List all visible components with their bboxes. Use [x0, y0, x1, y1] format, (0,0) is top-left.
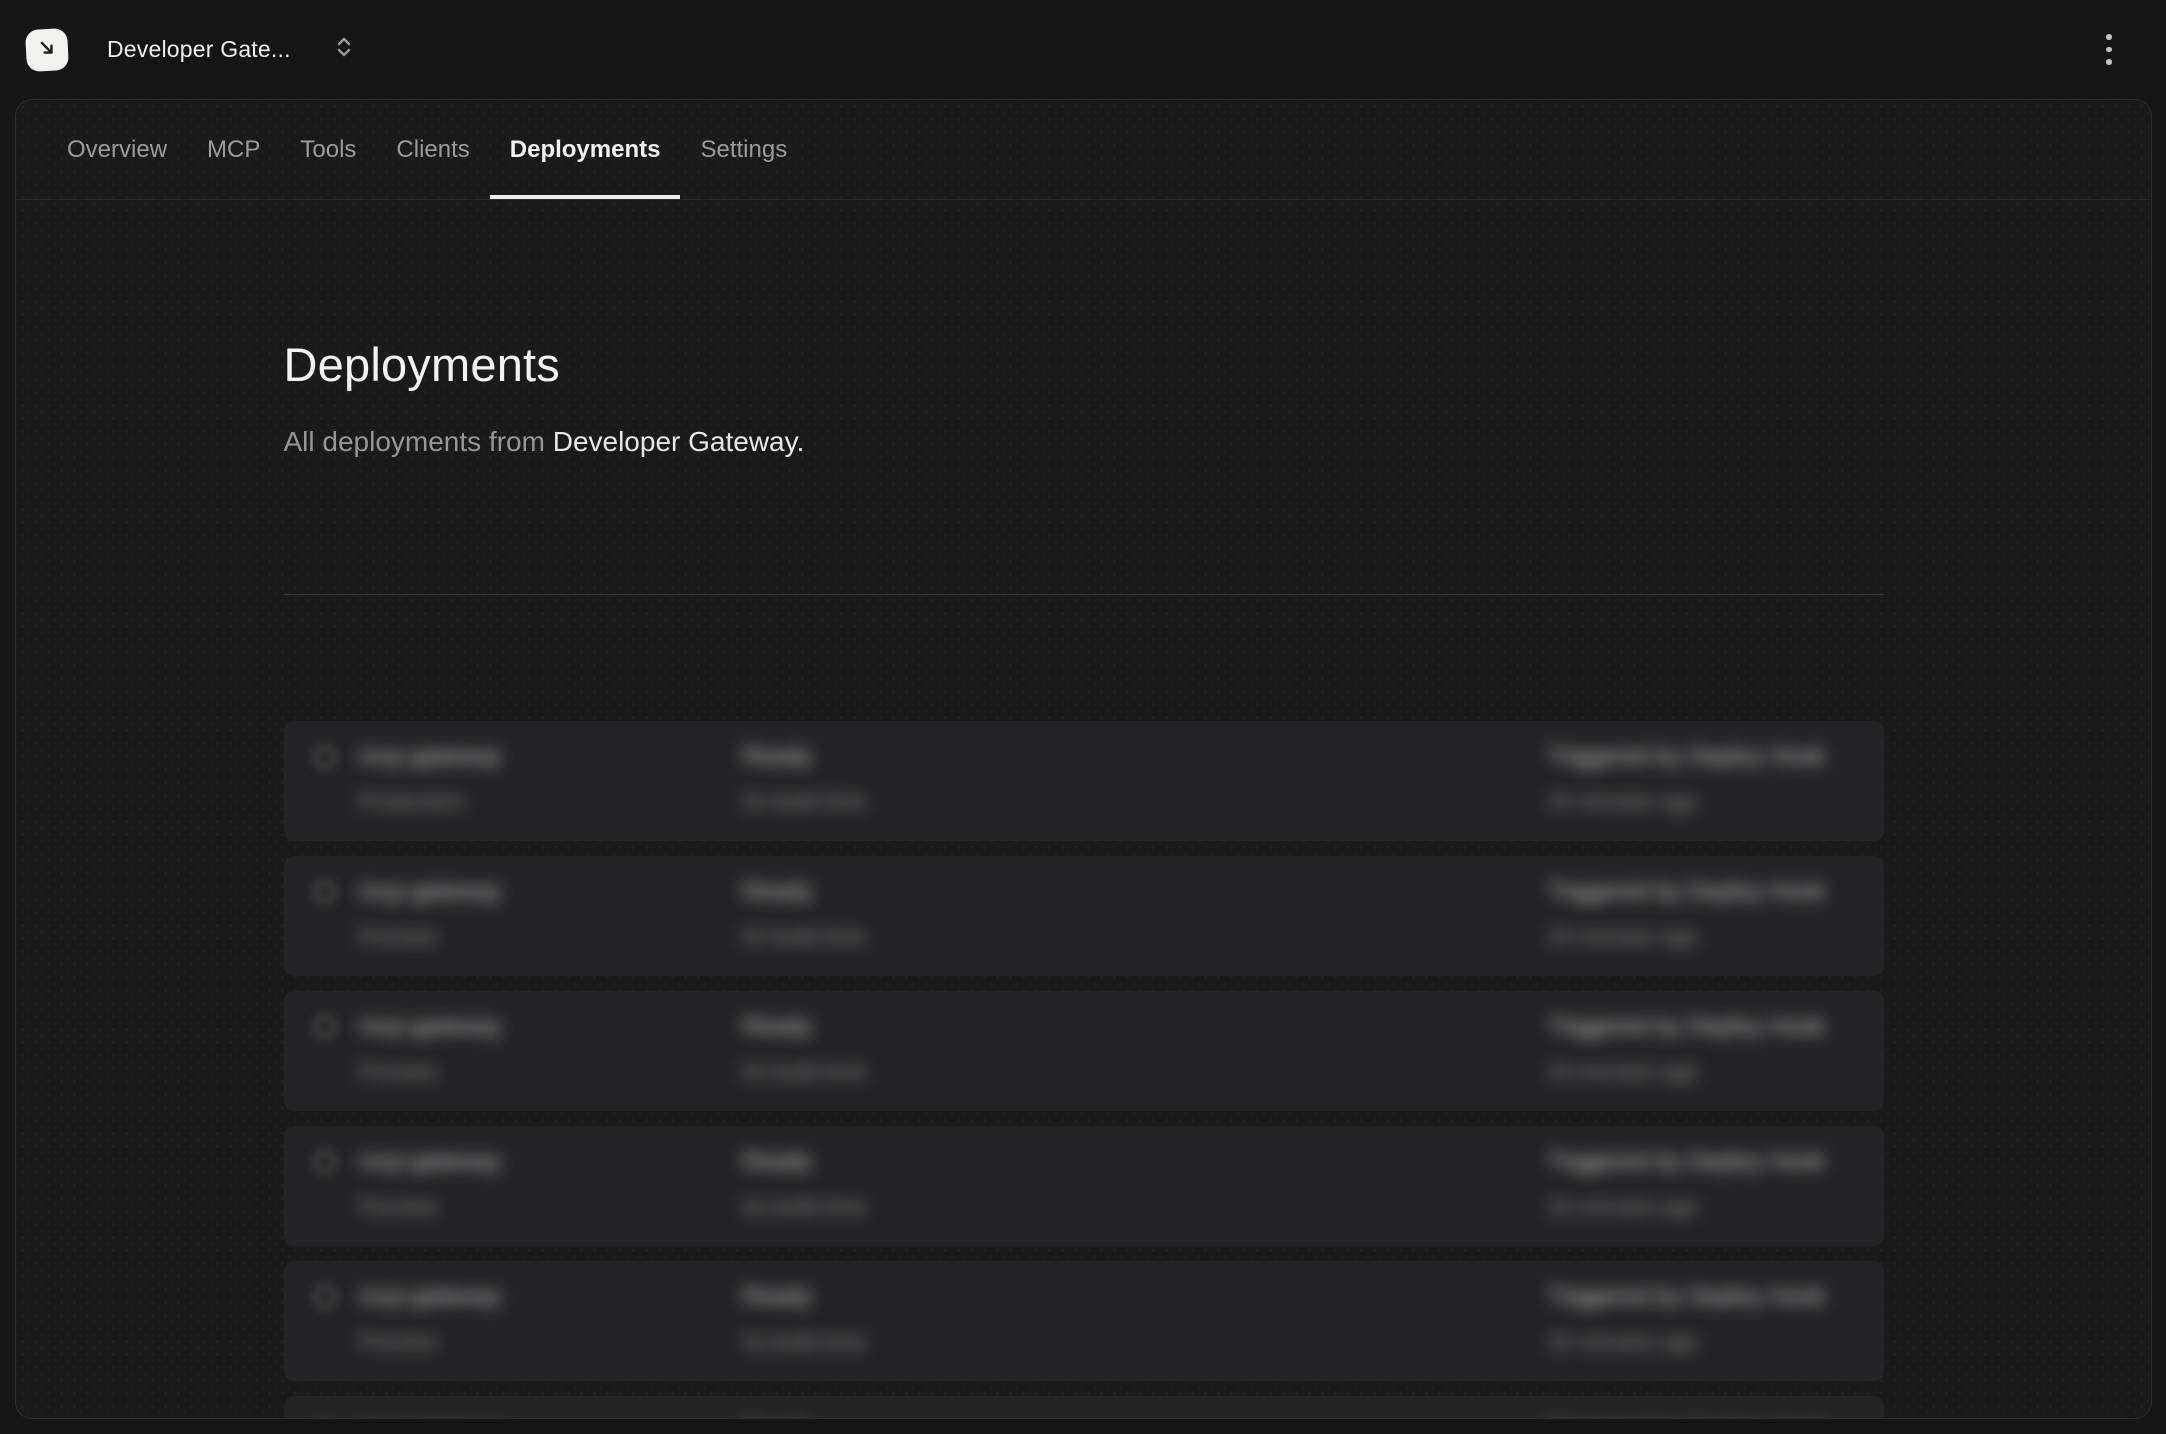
deployment-name: mcp-gateway — [359, 1012, 502, 1042]
deployment-trigger-cell: Triggered by Deploy Hook 24 minutes ago — [1548, 1126, 1854, 1246]
project-switcher-button[interactable] — [331, 35, 357, 65]
tab-settings[interactable]: Settings — [680, 100, 807, 199]
deployment-trigger-cell: Triggered by Deploy Hook 24 minutes ago — [1548, 1396, 1854, 1419]
subtitle-project-name: Developer Gateway. — [553, 426, 805, 457]
deployment-trigger-cell: Triggered by Deploy Hook 24 minutes ago — [1548, 721, 1854, 841]
deployment-triggered-by: Triggered by Deploy Hook — [1548, 1417, 1826, 1419]
deployment-trigger-cell: Triggered by Deploy Hook 24 minutes ago — [1548, 991, 1854, 1111]
deployment-name-cell: mcp-gateway Production — [314, 721, 743, 841]
status-circle-icon — [314, 1151, 336, 1173]
deployment-name-cell: mcp-gateway Preview — [314, 991, 743, 1111]
main-panel: Overview MCP Tools Clients Deployments S… — [15, 99, 2152, 1419]
deployment-row[interactable]: mcp-gateway Preview Ready 0s build time … — [284, 856, 1884, 976]
deployment-status-cell: Ready 0s build time — [743, 721, 1548, 841]
deployment-trigger-cell: Triggered by Deploy Hook 24 minutes ago — [1548, 1261, 1854, 1381]
deployment-triggered-by: Triggered by Deploy Hook — [1548, 742, 1826, 772]
arrow-down-right-icon — [35, 35, 58, 63]
deployment-build-time: 0s build time — [743, 1327, 867, 1357]
tab-clients[interactable]: Clients — [376, 100, 489, 199]
project-logo[interactable] — [25, 27, 69, 71]
deployment-status-cell: Ready 0s build time — [743, 856, 1548, 976]
deployment-triggered-by: Triggered by Deploy Hook — [1548, 1147, 1826, 1177]
chevrons-up-down-icon — [335, 35, 353, 64]
deployment-status-cell: Ready 0s build time — [743, 1261, 1548, 1381]
more-options-button[interactable] — [2092, 30, 2126, 70]
tab-overview[interactable]: Overview — [47, 100, 187, 199]
tab-tools[interactable]: Tools — [280, 100, 376, 199]
deployment-row[interactable]: mcp-gateway Preview Ready 0s build time … — [284, 1396, 1884, 1419]
page-title: Deployments — [284, 337, 1884, 393]
deployment-row[interactable]: mcp-gateway Preview Ready 0s build time … — [284, 1126, 1884, 1246]
deployment-status: Ready — [743, 1012, 867, 1042]
deployment-environment: Preview — [359, 1057, 502, 1087]
tab-mcp[interactable]: MCP — [187, 100, 280, 199]
deployment-environment: Preview — [359, 922, 502, 952]
deployment-time-ago: 24 minutes ago — [1548, 922, 1826, 952]
tab-deployments[interactable]: Deployments — [490, 100, 681, 199]
deployment-time-ago: 24 minutes ago — [1548, 1057, 1826, 1087]
deployment-name: mcp-gateway — [359, 1147, 502, 1177]
deployment-environment: Preview — [359, 1327, 502, 1357]
deployment-name: mcp-gateway — [359, 1282, 502, 1312]
subtitle-prefix: All deployments from — [284, 426, 553, 457]
deployment-name: mcp-gateway — [359, 877, 502, 907]
deployment-name-cell: mcp-gateway Preview — [314, 1396, 743, 1419]
deployment-name-cell: mcp-gateway Preview — [314, 856, 743, 976]
deployment-trigger-cell: Triggered by Deploy Hook 24 minutes ago — [1548, 856, 1854, 976]
deployment-build-time: 0s build time — [743, 1057, 867, 1087]
deployment-triggered-by: Triggered by Deploy Hook — [1548, 877, 1826, 907]
deployment-row[interactable]: mcp-gateway Production Ready 0s build ti… — [284, 721, 1884, 841]
section-divider — [284, 594, 1884, 595]
deployment-list: mcp-gateway Production Ready 0s build ti… — [284, 721, 1884, 1419]
deployment-name: mcp-gateway — [359, 742, 502, 772]
deployment-status: Ready — [743, 1417, 867, 1419]
deployment-time-ago: 24 minutes ago — [1548, 787, 1826, 817]
deployment-build-time: 0s build time — [743, 922, 867, 952]
deployment-environment: Preview — [359, 1192, 502, 1222]
deployment-name-cell: mcp-gateway Preview — [314, 1261, 743, 1381]
status-circle-icon — [314, 1016, 336, 1038]
deployment-environment: Production — [359, 787, 502, 817]
deployment-status-cell: Ready 0s build time — [743, 1126, 1548, 1246]
deployment-row[interactable]: mcp-gateway Preview Ready 0s build time … — [284, 991, 1884, 1111]
deployment-status: Ready — [743, 1147, 867, 1177]
deployment-status: Ready — [743, 742, 867, 772]
deployment-status: Ready — [743, 1282, 867, 1312]
status-circle-icon — [314, 746, 336, 768]
status-circle-icon — [314, 881, 336, 903]
deployment-name-cell: mcp-gateway Preview — [314, 1126, 743, 1246]
status-circle-icon — [314, 1286, 336, 1308]
deployment-time-ago: 24 minutes ago — [1548, 1192, 1826, 1222]
deployment-triggered-by: Triggered by Deploy Hook — [1548, 1012, 1826, 1042]
deployment-build-time: 0s build time — [743, 787, 867, 817]
project-title: Developer Gate... — [107, 36, 291, 63]
deployment-build-time: 0s build time — [743, 1192, 867, 1222]
deployments-section: Deployments All deployments from Develop… — [284, 337, 1884, 1419]
topbar: Developer Gate... — [0, 0, 2166, 99]
deployment-status-cell: Ready 0s build time — [743, 991, 1548, 1111]
deployment-time-ago: 24 minutes ago — [1548, 1327, 1826, 1357]
deployment-row[interactable]: mcp-gateway Preview Ready 0s build time … — [284, 1261, 1884, 1381]
deployment-name: mcp-gateway — [359, 1417, 502, 1419]
deployment-status-cell: Ready 0s build time — [743, 1396, 1548, 1419]
deployment-status: Ready — [743, 877, 867, 907]
deployment-triggered-by: Triggered by Deploy Hook — [1548, 1282, 1826, 1312]
tab-bar: Overview MCP Tools Clients Deployments S… — [16, 100, 2151, 200]
page-subtitle: All deployments from Developer Gateway. — [284, 425, 1884, 459]
